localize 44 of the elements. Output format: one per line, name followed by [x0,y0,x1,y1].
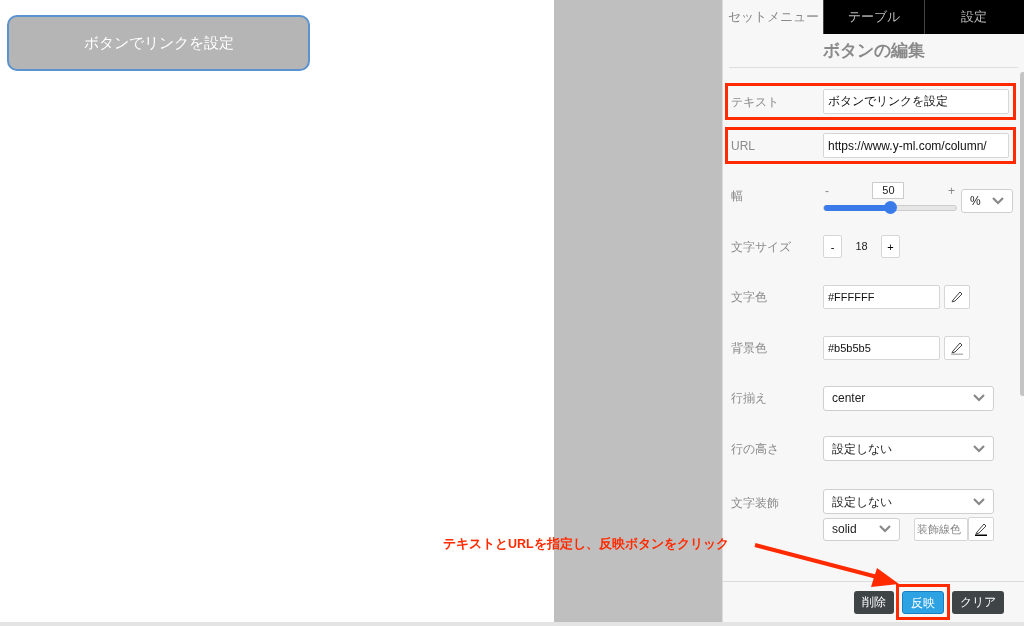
unit-select[interactable]: % [961,189,1013,214]
annotation-text: テキストとURLを指定し、反映ボタンをクリック [443,536,729,553]
color-picker-button[interactable] [944,285,970,310]
color-input[interactable]: #b5b5b5 [823,335,940,360]
text-input[interactable]: ボタンでリンクを設定 [823,89,1009,114]
dropdown[interactable]: 設定しない [823,489,994,514]
plus-label: + [947,182,955,200]
field-label: URL [731,137,756,155]
pencil-icon [951,340,963,355]
field-label: 文字サイズ [731,238,792,256]
minus-label: - [825,182,829,200]
line-color-input[interactable]: 装飾線色 [914,517,968,541]
field-label: 文字色 [731,289,768,307]
tab[interactable]: 設定 [923,0,1024,34]
chevron-down-icon [973,394,985,403]
slider-thumb[interactable] [884,200,897,214]
field-label: テキスト [731,93,780,111]
field-label: 行揃え [731,390,768,408]
pencil-icon [951,290,963,305]
chevron-down-icon [879,525,891,533]
tab[interactable]: テーブル [823,0,924,34]
font-size-value: 18 [854,239,869,255]
panel-title: ボタンの編集 [822,39,925,62]
color-input[interactable]: #FFFFFF [823,285,940,310]
action-button[interactable]: クリア [952,590,1004,614]
action-button[interactable]: 削除 [854,590,894,614]
color-picker-button[interactable] [944,335,970,360]
width-value: 50 [872,182,905,200]
decrement-button[interactable]: - [823,235,842,259]
dropdown[interactable]: center [823,385,994,411]
pencil-icon [975,522,987,536]
field-label: 行の高さ [731,440,780,458]
field-label: 背景色 [731,339,768,357]
color-picker-button[interactable] [968,517,994,541]
field-label: 文字装飾 [731,495,780,512]
chevron-down-icon [992,197,1004,206]
text-input[interactable]: https://www.y-ml.com/column/ [823,133,1009,158]
increment-button[interactable]: + [881,235,900,259]
chevron-down-icon [973,497,985,506]
chevron-down-icon [973,444,985,453]
line-style-select[interactable]: solid [823,517,900,541]
dropdown[interactable]: 設定しない [823,436,994,462]
field-label: 幅 [731,188,744,206]
slider-track[interactable] [823,204,957,211]
